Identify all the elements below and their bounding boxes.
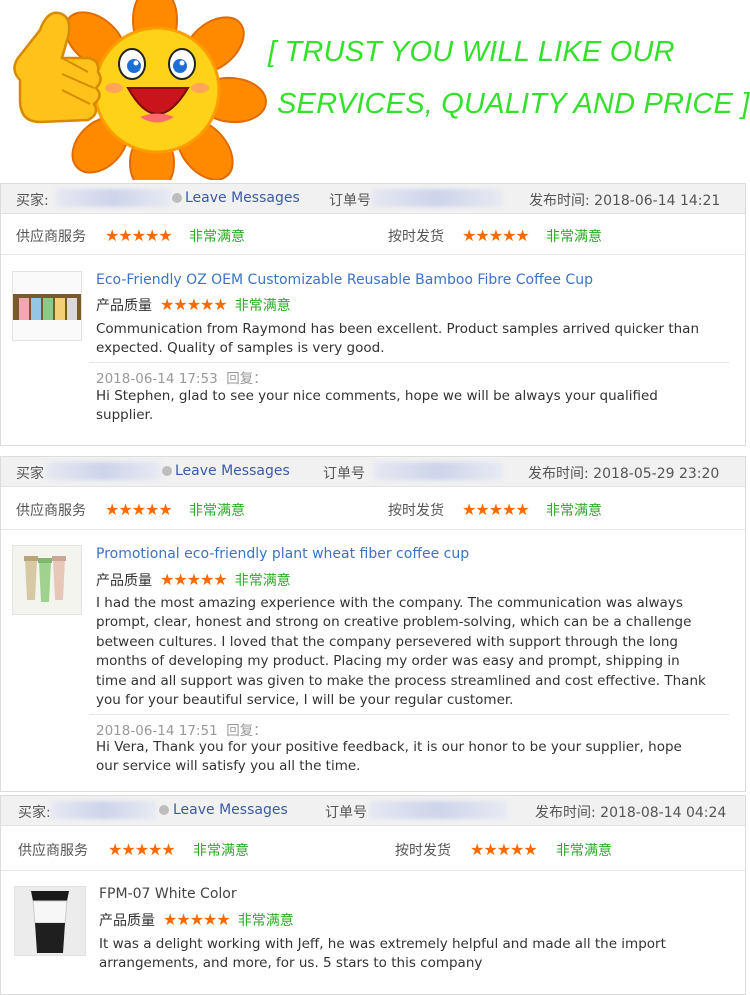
product-quality-stars: ★★★★★ [160,570,228,589]
on-time-delivery-stars: ★★★★★ [462,226,530,245]
reply-label: 回复： [226,371,267,387]
supplier-service-stars: ★★★★★ [105,500,173,519]
supplier-service-label: 供应商服务 [18,843,88,859]
product-thumbnail[interactable] [12,271,82,341]
order-number-redacted [371,189,503,207]
rating-row: 供应商服务 ★★★★★ 非常满意 按时发货 ★★★★★ 非常满意 [1,498,745,522]
published-time-label: 发布时间: 2018-05-29 23:20 [528,466,720,482]
product-quality-rating: 非常满意 [234,298,291,314]
published-time: 2018-08-14 04:24 [600,805,727,821]
banner-tagline-line1: [ TRUST YOU WILL LIKE OUR [268,36,675,68]
buyer-label: 买家: [16,193,49,209]
supplier-service-rating: 非常满意 [189,503,245,519]
product-quality-row: 产品质量 ★★★★★ 非常满意 [96,570,299,590]
review-comment: I had the most amazing experience with t… [96,595,706,709]
seller-reply-text: Hi Stephen, glad to see your nice commen… [96,388,658,424]
review-card: 买家: Leave Messages 订单号 发布时间: 2018-08-14 … [0,795,746,995]
supplier-service-stars: ★★★★★ [105,226,173,245]
on-time-delivery-stars: ★★★★★ [470,840,538,859]
leave-messages-link[interactable]: Leave Messages [173,802,288,818]
supplier-service-stars: ★★★★★ [108,840,176,859]
reply-header: 2018-06-14 17:53 回复： [96,367,267,387]
reply-label: 回复： [226,723,267,739]
buyer-status-dot [159,805,169,815]
review-header: 买家 Leave Messages 订单号 发布时间: 2018-05-29 2… [1,457,745,487]
product-quality-row: 产品质量 ★★★★★ 非常满意 [99,910,302,930]
reply-time: 2018-06-14 17:51 [96,723,218,739]
order-number-label: 订单号 [323,466,365,482]
published-time: 2018-06-14 14:21 [594,193,721,209]
review-card: 买家: Leave Messages 订单号 发布时间: 2018-06-14 … [0,183,746,446]
order-number-label: 订单号 [325,805,367,821]
buyer-name-redacted [56,189,171,207]
on-time-delivery-rating: 非常满意 [546,503,602,519]
product-title[interactable]: FPM-07 White Color [99,886,237,902]
product-thumbnail[interactable] [14,886,86,956]
published-time-label: 发布时间: 2018-08-14 04:24 [535,805,727,821]
review-header: 买家: Leave Messages 订单号 发布时间: 2018-08-14 … [1,796,745,826]
on-time-delivery-rating: 非常满意 [546,229,602,245]
order-number-redacted [369,801,507,819]
reply-time: 2018-06-14 17:53 [96,371,218,387]
leave-messages-link[interactable]: Leave Messages [185,190,300,206]
buyer-name-redacted [46,462,161,480]
reply-header: 2018-06-14 17:51 回复： [96,719,267,739]
supplier-service-rating: 非常满意 [189,229,245,245]
buyer-status-dot [172,193,182,203]
buyer-label: 买家: [18,805,51,821]
product-quality-row: 产品质量 ★★★★★ 非常满意 [96,295,299,315]
seller-reply-text: Hi Vera, Thank you for your positive fee… [96,739,682,775]
product-quality-label: 产品质量 [96,298,152,314]
supplier-service-rating: 非常满意 [193,843,249,859]
product-quality-rating: 非常满意 [234,573,291,589]
rating-row: 供应商服务 ★★★★★ 非常满意 按时发货 ★★★★★ 非常满意 [1,838,745,862]
product-title-link[interactable]: Eco-Friendly OZ OEM Customizable Reusabl… [96,272,593,288]
buyer-status-dot [162,466,172,476]
order-number-redacted [373,462,503,480]
rating-row: 供应商服务 ★★★★★ 非常满意 按时发货 ★★★★★ 非常满意 [1,224,745,248]
leave-messages-link[interactable]: Leave Messages [175,463,290,479]
order-number-label: 订单号 [329,193,371,209]
on-time-delivery-label: 按时发货 [388,229,444,245]
black-white-cup-image-icon [15,887,85,955]
thumbs-up-sun-mascot-icon [13,0,267,180]
promo-banner: [ TRUST YOU WILL LIKE OUR SERVICES, QUAL… [0,0,750,180]
on-time-delivery-stars: ★★★★★ [462,500,530,519]
published-time-label: 发布时间: 2018-06-14 14:21 [529,193,721,209]
product-quality-stars: ★★★★★ [163,910,231,929]
buyer-label: 买家 [16,466,44,482]
review-comment: It was a delight working with Jeff, he w… [99,936,666,972]
review-card: 买家 Leave Messages 订单号 发布时间: 2018-05-29 2… [0,456,746,792]
banner-tagline-line2: SERVICES, QUALITY AND PRICE ] [277,88,750,120]
buyer-name-redacted [51,801,156,819]
on-time-delivery-label: 按时发货 [395,843,451,859]
wheat-fiber-cups-image-icon [13,546,81,614]
review-header: 买家: Leave Messages 订单号 发布时间: 2018-06-14 … [1,184,745,214]
supplier-service-label: 供应商服务 [16,503,86,519]
product-quality-rating: 非常满意 [237,913,294,929]
review-comment: Communication from Raymond has been exce… [96,321,700,357]
supplier-service-label: 供应商服务 [16,229,86,245]
product-quality-label: 产品质量 [96,573,152,589]
product-thumbnail[interactable] [12,545,82,615]
on-time-delivery-rating: 非常满意 [556,843,612,859]
on-time-delivery-label: 按时发货 [388,503,444,519]
published-time: 2018-05-29 23:20 [593,466,720,482]
product-quality-stars: ★★★★★ [160,295,228,314]
product-quality-label: 产品质量 [99,913,155,929]
bamboo-cups-image-icon [13,294,81,320]
product-title-link[interactable]: Promotional eco-friendly plant wheat fib… [96,546,469,562]
